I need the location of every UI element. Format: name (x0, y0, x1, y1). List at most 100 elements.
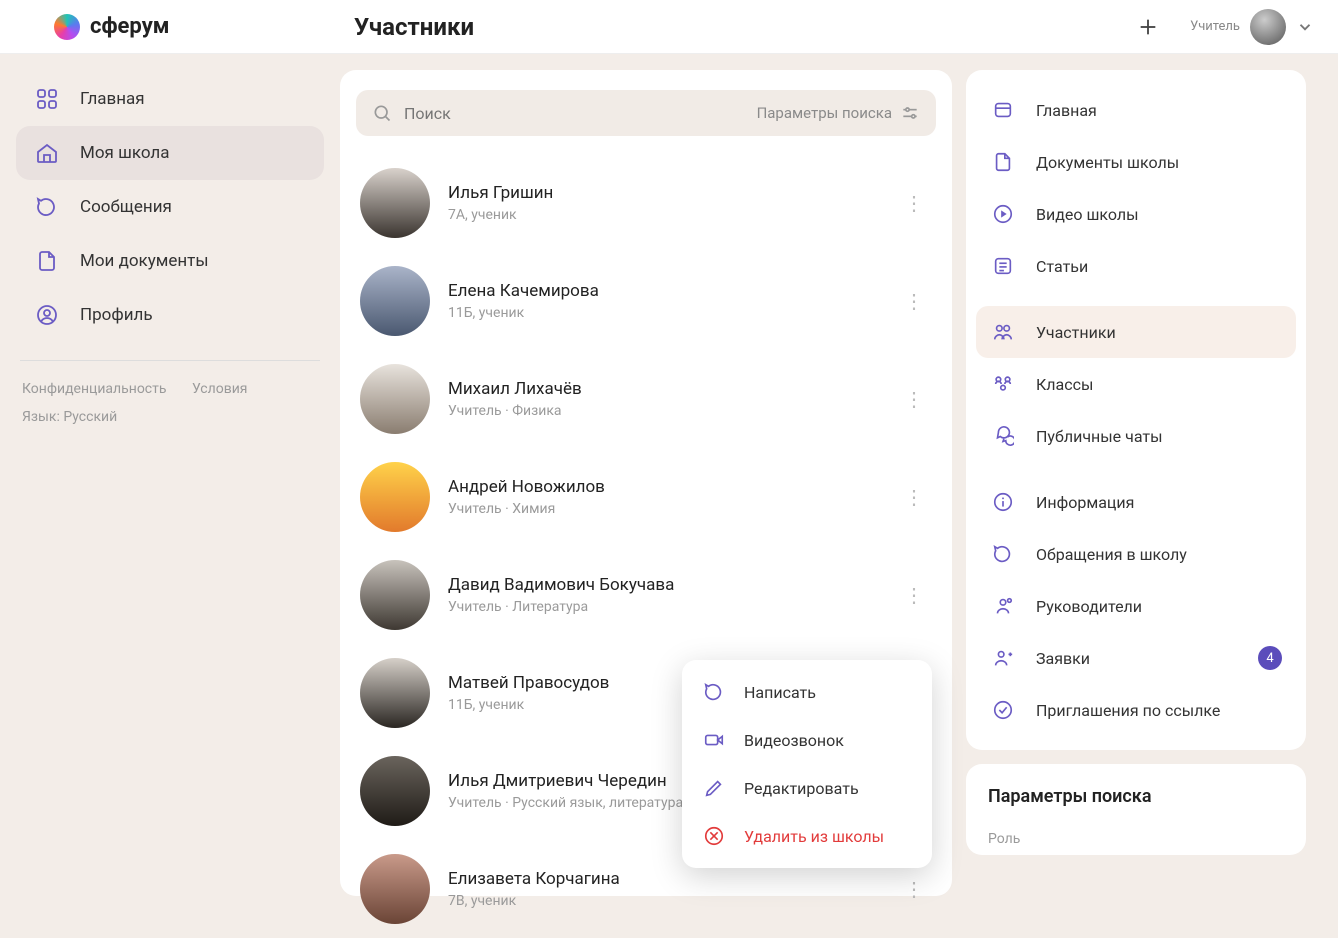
nav-messages[interactable]: Сообщения (16, 180, 324, 234)
add-button[interactable] (1134, 13, 1162, 41)
rnav-label: Заявки (1036, 649, 1090, 668)
chevron-down-icon (1296, 18, 1314, 36)
rnav-members[interactable]: Участники (976, 306, 1296, 358)
rnav-appeals[interactable]: Обращения в школу (976, 528, 1296, 580)
member-name: Елизавета Корчагина (448, 869, 620, 889)
rnav-leaders[interactable]: Руководители (976, 580, 1296, 632)
leaders-icon (990, 593, 1016, 619)
rnav-requests[interactable]: Заявки 4 (976, 632, 1296, 684)
rnav-docs[interactable]: Документы школы (976, 136, 1296, 188)
nav-label: Профиль (80, 305, 153, 325)
school-icon (34, 140, 60, 166)
message-icon (34, 194, 60, 220)
nav-profile[interactable]: Профиль (16, 288, 324, 342)
nav-label: Сообщения (80, 197, 172, 217)
search-icon (372, 103, 392, 123)
params-title: Параметры поиска (988, 786, 1284, 807)
rnav-label: Статьи (1036, 257, 1088, 276)
rnav-label: Приглашения по ссылке (1036, 701, 1220, 720)
nav-home[interactable]: Главная (16, 72, 324, 126)
delete-icon (702, 824, 726, 848)
link-icon (990, 697, 1016, 723)
member-sub: Учитель · Химия (448, 501, 605, 517)
rnav-label: Информация (1036, 493, 1134, 512)
rnav-label: Классы (1036, 375, 1093, 394)
nav-label: Моя школа (80, 143, 170, 163)
ctx-video[interactable]: Видеозвонок (682, 716, 932, 764)
member-sub: 11Б, ученик (448, 697, 609, 713)
rnav-label: Главная (1036, 101, 1097, 120)
more-button[interactable]: ⋮ (896, 869, 932, 909)
more-button[interactable]: ⋮ (896, 379, 932, 419)
classes-icon (990, 371, 1016, 397)
chats-icon (990, 423, 1016, 449)
privacy-link[interactable]: Конфиденциальность (22, 375, 166, 403)
article-icon (990, 253, 1016, 279)
right-sidebar: Главная Документы школы Видео школы Стат… (966, 70, 1306, 896)
ctx-label: Видеозвонок (744, 731, 844, 750)
member-sub: 7А, ученик (448, 207, 553, 223)
avatar (360, 560, 430, 630)
member-sub: 7В, ученик (448, 893, 620, 909)
more-button[interactable]: ⋮ (896, 281, 932, 321)
rnav-label: Документы школы (1036, 153, 1179, 172)
rnav-video[interactable]: Видео школы (976, 188, 1296, 240)
search-input[interactable] (404, 104, 745, 123)
member-row[interactable]: Давид Вадимович Бокучава Учитель · Литер… (356, 546, 936, 644)
ctx-label: Редактировать (744, 779, 859, 798)
rnav-label: Публичные чаты (1036, 427, 1163, 446)
avatar (360, 266, 430, 336)
badge: 4 (1258, 646, 1282, 670)
terms-link[interactable]: Условия (192, 375, 248, 403)
rnav-info[interactable]: Информация (976, 476, 1296, 528)
search-bar[interactable]: Параметры поиска (356, 90, 936, 136)
member-row[interactable]: Елена Качемирова 11Б, ученик ⋮ (356, 252, 936, 350)
member-row[interactable]: Илья Гришин 7А, ученик ⋮ (356, 154, 936, 252)
member-name: Илья Гришин (448, 183, 553, 203)
edit-icon (702, 776, 726, 800)
plus-icon (1137, 16, 1159, 38)
play-icon (990, 201, 1016, 227)
member-name: Елена Качемирова (448, 281, 599, 301)
search-params-label: Параметры поиска (757, 104, 892, 122)
avatar (360, 658, 430, 728)
language-link[interactable]: Язык: Русский (22, 403, 117, 431)
rnav-invites[interactable]: Приглашения по ссылке (976, 684, 1296, 736)
message-icon (702, 680, 726, 704)
member-sub: Учитель · Русский язык, литература (448, 795, 683, 811)
more-button[interactable]: ⋮ (896, 183, 932, 223)
rnav-chats[interactable]: Публичные чаты (976, 410, 1296, 462)
more-button[interactable]: ⋮ (896, 575, 932, 615)
avatar (1250, 9, 1286, 45)
more-button[interactable]: ⋮ (896, 477, 932, 517)
member-name: Андрей Новожилов (448, 477, 605, 497)
avatar (360, 168, 430, 238)
sliders-icon (900, 103, 920, 123)
left-sidebar: Главная Моя школа Сообщения Мои документ… (0, 54, 340, 896)
ctx-edit[interactable]: Редактировать (682, 764, 932, 812)
search-params-button[interactable]: Параметры поиска (757, 103, 920, 123)
document-icon (990, 149, 1016, 175)
user-menu[interactable]: Учитель (1190, 9, 1314, 45)
member-name: Давид Вадимович Бокучава (448, 575, 674, 595)
message-icon (990, 541, 1016, 567)
nav-my-school[interactable]: Моя школа (16, 126, 324, 180)
ctx-label: Удалить из школы (744, 827, 884, 846)
member-sub: Учитель · Физика (448, 403, 582, 419)
avatar (360, 756, 430, 826)
nav-documents[interactable]: Мои документы (16, 234, 324, 288)
logo-icon (54, 14, 80, 40)
user-role: Учитель (1190, 19, 1240, 34)
logo[interactable]: сферум (54, 14, 354, 40)
avatar (360, 462, 430, 532)
member-row[interactable]: Михаил Лихачёв Учитель · Физика ⋮ (356, 350, 936, 448)
logo-text: сферум (90, 14, 169, 39)
member-name: Илья Дмитриевич Чередин (448, 771, 683, 791)
rnav-home[interactable]: Главная (976, 84, 1296, 136)
ctx-delete[interactable]: Удалить из школы (682, 812, 932, 860)
rnav-articles[interactable]: Статьи (976, 240, 1296, 292)
rnav-classes[interactable]: Классы (976, 358, 1296, 410)
member-row[interactable]: Андрей Новожилов Учитель · Химия ⋮ (356, 448, 936, 546)
ctx-write[interactable]: Написать (682, 668, 932, 716)
members-panel: Параметры поиска Илья Гришин 7А, ученик … (340, 70, 952, 896)
